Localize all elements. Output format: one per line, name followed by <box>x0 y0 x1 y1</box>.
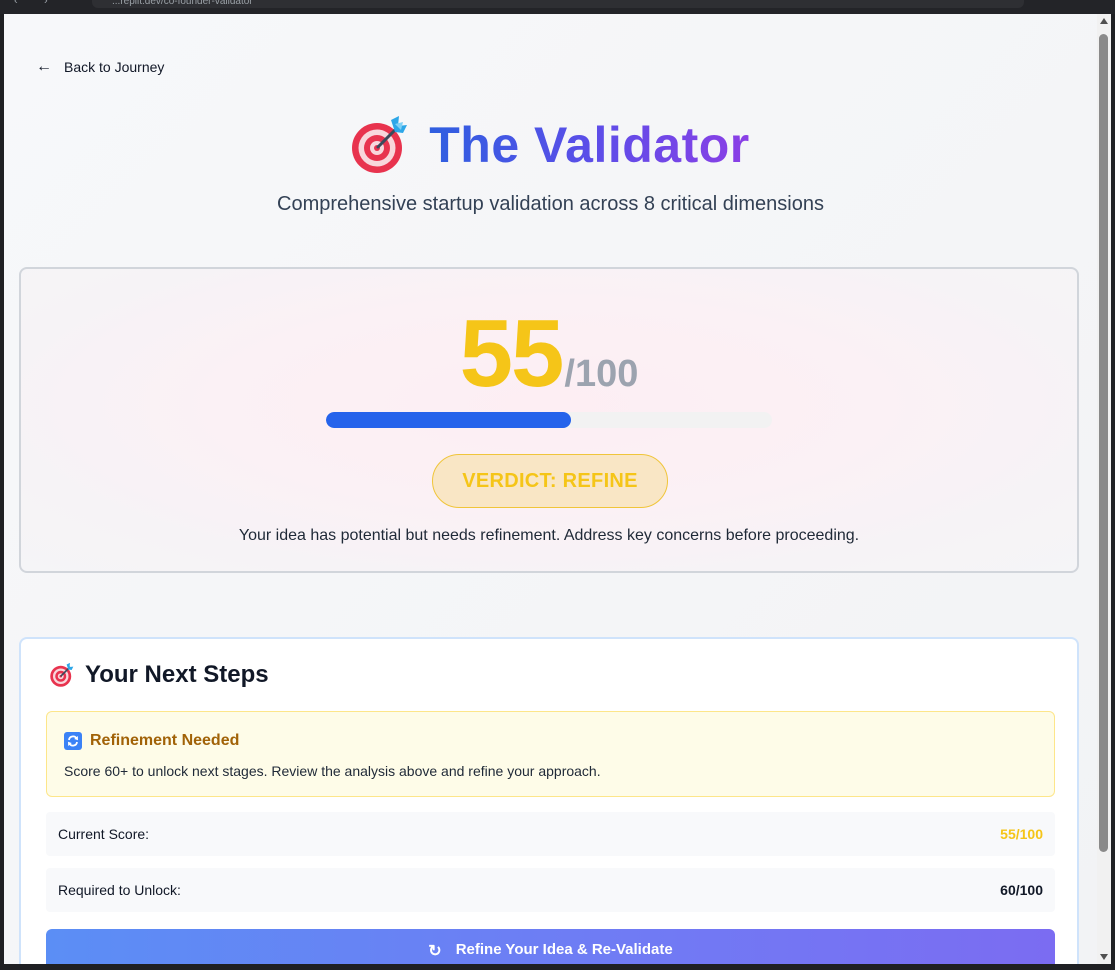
score-card: 55/100 VERDICT: REFINE Your idea has pot… <box>19 267 1079 573</box>
browser-top-bar: ‹ › ...replit.dev/co-founder-validator <box>0 0 1115 14</box>
scrollbar-thumb[interactable] <box>1099 34 1108 852</box>
next-steps-card: Your Next Steps Refinement Needed Score … <box>19 637 1079 964</box>
refresh-icon <box>64 732 82 750</box>
next-steps-title: Your Next Steps <box>85 661 269 688</box>
verdict-badge: VERDICT: REFINE <box>432 454 668 508</box>
score-value: 55 <box>459 300 565 407</box>
back-to-journey-link[interactable]: ← Back to Journey <box>36 58 164 76</box>
verdict-description: Your idea has potential but needs refine… <box>238 527 860 544</box>
required-score-row: Required to Unlock: 60/100 <box>46 868 1055 912</box>
refinement-title: Refinement Needed <box>90 732 240 749</box>
scroll-up-icon[interactable] <box>1100 18 1108 24</box>
back-label: Back to Journey <box>64 59 165 75</box>
required-score-value: 60/100 <box>1000 882 1043 898</box>
score-progress-fill <box>326 412 572 428</box>
arrow-left-icon: ← <box>36 58 52 75</box>
required-score-label: Required to Unlock: <box>58 882 181 898</box>
vertical-scrollbar[interactable] <box>1097 14 1111 964</box>
score-display: 55/100 <box>21 299 1077 409</box>
score-denominator: /100 <box>564 353 639 395</box>
address-bar[interactable]: ...replit.dev/co-founder-validator <box>92 0 1024 8</box>
next-steps-header: Your Next Steps <box>49 661 269 689</box>
target-icon <box>352 116 408 173</box>
page-viewport: ← Back to Journey The Validator Comprehe… <box>4 14 1097 964</box>
refine-revalidate-label: Refine Your Idea & Re-Validate <box>455 941 673 958</box>
current-score-row: Current Score: 55/100 <box>46 812 1055 856</box>
page-title: The Validator <box>429 117 750 173</box>
refinement-header: Refinement Needed <box>64 732 239 750</box>
target-icon <box>50 662 74 687</box>
current-score-value: 55/100 <box>1000 826 1043 842</box>
score-progress-bar <box>326 412 772 428</box>
page-header: The Validator <box>4 114 1097 176</box>
scroll-down-icon[interactable] <box>1100 954 1108 960</box>
current-score-label: Current Score: <box>58 826 150 842</box>
browser-back-icon[interactable]: ‹ <box>14 0 18 7</box>
refresh-icon: ↻ <box>428 943 442 960</box>
page-subtitle: Comprehensive startup validation across … <box>277 193 824 215</box>
refine-revalidate-button[interactable]: ↻ Refine Your Idea & Re-Validate <box>46 929 1055 964</box>
refinement-alert: Refinement Needed Score 60+ to unlock ne… <box>46 711 1055 797</box>
refinement-text: Score 60+ to unlock next stages. Review … <box>64 763 601 779</box>
browser-forward-icon[interactable]: › <box>44 0 48 7</box>
